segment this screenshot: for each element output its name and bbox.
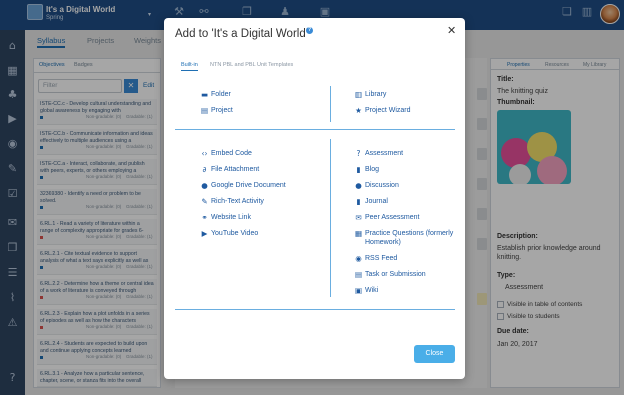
peer-assessment-icon: ✉ — [355, 213, 362, 222]
youtube-icon: ▶ — [201, 229, 208, 238]
folder-icon: ▬ — [200, 90, 209, 99]
wiki-icon: ▣ — [354, 286, 363, 295]
journal-icon: ▮ — [356, 197, 361, 206]
task-icon: ▤ — [354, 270, 363, 279]
blog-icon: ▮ — [356, 165, 361, 174]
assessment-icon: ? — [356, 149, 361, 158]
close-button[interactable]: Close — [414, 345, 455, 363]
dialog-title: Add to 'It's a Digital World' — [175, 28, 308, 40]
google-drive-icon: ● — [201, 181, 208, 190]
discussion-icon: ● — [355, 181, 362, 190]
divider — [175, 129, 455, 130]
file-attachment-icon: ∂ — [202, 165, 207, 174]
practice-questions-icon: ▦ — [354, 229, 363, 238]
website-link-icon: ⚭ — [201, 213, 208, 222]
embed-code-icon: ‹› — [201, 149, 208, 158]
rich-text-icon: ✎ — [201, 197, 208, 206]
divider — [330, 86, 331, 122]
rss-feed-icon: ◉ — [355, 254, 362, 263]
dialog-tabs: Built-in NTN PBL and PBL Unit Templates — [175, 62, 455, 74]
close-icon[interactable]: ✕ — [447, 24, 456, 37]
library-icon: ▥ — [354, 90, 363, 99]
tab-templates[interactable]: NTN PBL and PBL Unit Templates — [210, 62, 293, 68]
divider — [175, 309, 455, 310]
project-icon: ▤ — [200, 106, 209, 115]
add-dialog: Add to 'It's a Digital World' ? ✕ Built-… — [164, 18, 465, 379]
wizard-icon: ★ — [355, 106, 362, 115]
divider — [330, 139, 331, 297]
help-icon[interactable]: ? — [306, 27, 313, 34]
tab-built-in[interactable]: Built-in — [181, 62, 198, 71]
